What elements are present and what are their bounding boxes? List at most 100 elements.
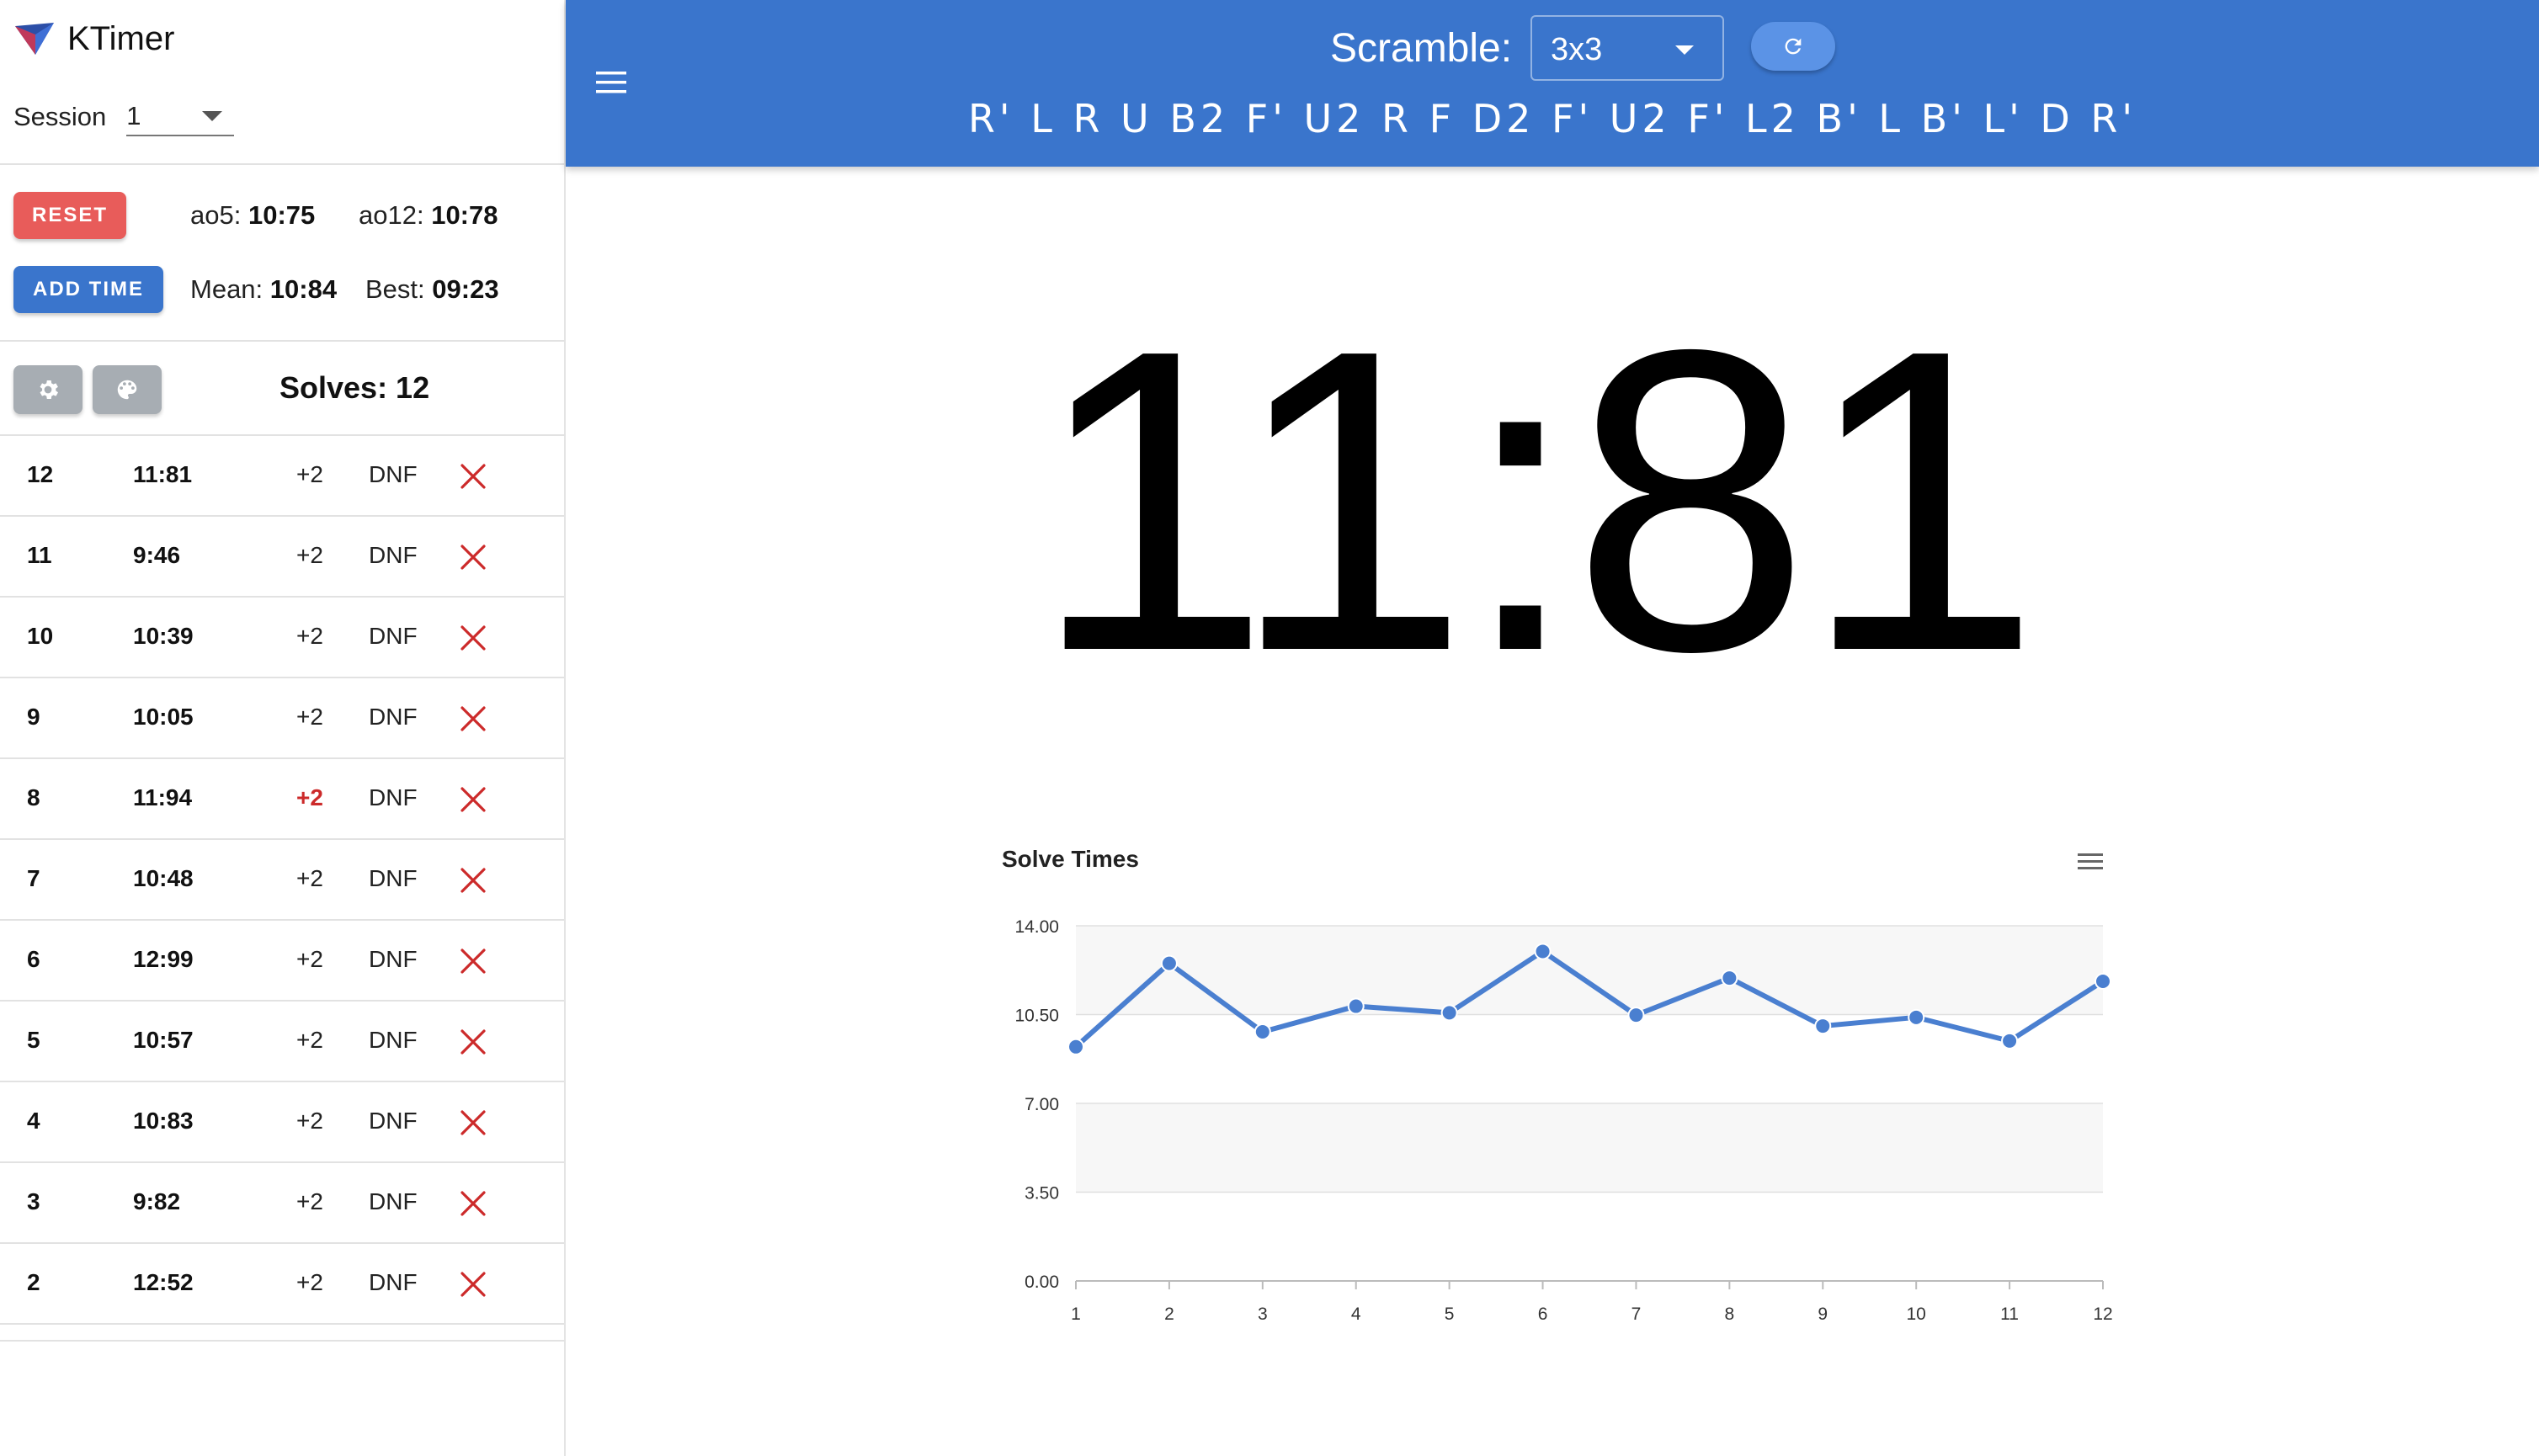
solve-time[interactable]: 11:94 xyxy=(133,784,192,811)
x-tick-label: 6 xyxy=(1538,1305,1548,1324)
solve-time[interactable]: 9:82 xyxy=(133,1188,180,1215)
solve-time[interactable]: 10:83 xyxy=(133,1108,194,1135)
delete-icon[interactable] xyxy=(458,784,488,815)
solve-time[interactable]: 9:46 xyxy=(133,542,180,569)
data-point[interactable] xyxy=(1814,1018,1832,1035)
solve-row: 10 10:39 +2 DNF xyxy=(0,598,564,678)
dnf-toggle[interactable]: DNF xyxy=(369,865,418,892)
solve-time[interactable]: 10:39 xyxy=(133,623,194,650)
solve-number: 5 xyxy=(27,1027,40,1053)
settings-button[interactable] xyxy=(13,365,83,414)
dnf-toggle[interactable]: DNF xyxy=(369,542,418,569)
sidebar: KTimer Session 1 RESET ADD TIME ao5: 10:… xyxy=(0,0,566,1456)
scramble-sequence: R' L R U B2 F' U2 R F D2 F' U2 F' L2 B' … xyxy=(967,96,2137,141)
y-tick-label: 3.50 xyxy=(1025,1184,1059,1204)
plus2-toggle[interactable]: +2 xyxy=(296,946,323,973)
solve-row: 4 10:83 +2 DNF xyxy=(0,1082,564,1163)
plus2-toggle[interactable]: +2 xyxy=(296,1027,323,1054)
data-point[interactable] xyxy=(1347,997,1365,1015)
plus2-toggle[interactable]: +2 xyxy=(296,865,323,892)
y-tick-label: 7.00 xyxy=(1025,1095,1059,1114)
dnf-toggle[interactable]: DNF xyxy=(369,1188,418,1215)
theme-button[interactable] xyxy=(93,365,162,414)
x-tick-label: 1 xyxy=(1071,1305,1081,1324)
session-select[interactable]: 1 xyxy=(126,98,235,136)
solve-time[interactable]: 10:57 xyxy=(133,1027,194,1054)
delete-icon[interactable] xyxy=(458,704,488,734)
delete-icon[interactable] xyxy=(458,1108,488,1138)
session-row: Session 1 xyxy=(13,98,235,136)
solve-number: 12 xyxy=(27,461,54,487)
solve-row: 2 12:52 +2 DNF xyxy=(0,1244,564,1325)
plus2-toggle[interactable]: +2 xyxy=(296,542,323,569)
data-point[interactable] xyxy=(2001,1032,2019,1049)
solve-time[interactable]: 10:48 xyxy=(133,865,194,892)
plot-band xyxy=(1076,1103,2103,1193)
chart-menu-icon[interactable] xyxy=(2078,853,2103,856)
solve-number: 7 xyxy=(27,865,40,891)
data-point[interactable] xyxy=(1160,954,1178,972)
plus2-toggle[interactable]: +2 xyxy=(296,704,323,731)
data-point[interactable] xyxy=(1440,1004,1458,1022)
delete-icon[interactable] xyxy=(458,1269,488,1299)
plus2-toggle[interactable]: +2 xyxy=(296,784,323,811)
x-tick-label: 8 xyxy=(1725,1305,1735,1324)
chart-menu-icon[interactable] xyxy=(2078,860,2103,863)
y-tick-label: 14.00 xyxy=(1014,917,1059,937)
delete-icon[interactable] xyxy=(458,461,488,492)
data-point[interactable] xyxy=(1721,970,1738,987)
dnf-toggle[interactable]: DNF xyxy=(369,946,418,973)
delete-icon[interactable] xyxy=(458,1188,488,1219)
dnf-toggle[interactable]: DNF xyxy=(369,784,418,811)
dnf-toggle[interactable]: DNF xyxy=(369,623,418,650)
solves-list: 12 11:81 +2 DNF 11 9:46 +2 DNF 10 10:39 +2 DNF 9 10:0… xyxy=(0,436,564,1325)
ao5-value: 10:75 xyxy=(248,200,316,230)
best-value: 09:23 xyxy=(432,274,499,304)
ao12-label: ao12: xyxy=(359,200,424,230)
delete-icon[interactable] xyxy=(458,946,488,976)
data-point[interactable] xyxy=(1067,1038,1084,1055)
plus2-toggle[interactable]: +2 xyxy=(296,1108,323,1135)
data-point[interactable] xyxy=(1908,1008,1925,1026)
ao5-label: ao5: xyxy=(190,200,242,230)
divider xyxy=(0,163,566,165)
palette-icon xyxy=(117,380,137,400)
x-tick-label: 12 xyxy=(2093,1305,2112,1324)
mean-stat: Mean: 10:84 xyxy=(190,274,337,305)
chart-menu-icon[interactable] xyxy=(2078,867,2103,869)
delete-icon[interactable] xyxy=(458,542,488,572)
data-point[interactable] xyxy=(1254,1023,1271,1040)
plus2-toggle[interactable]: +2 xyxy=(296,1269,323,1296)
solve-time[interactable]: 10:05 xyxy=(133,704,194,731)
solve-time[interactable]: 11:81 xyxy=(133,461,192,488)
data-point[interactable] xyxy=(1534,943,1552,960)
reset-button[interactable]: RESET xyxy=(13,192,126,239)
data-point[interactable] xyxy=(1627,1007,1645,1024)
solve-time[interactable]: 12:99 xyxy=(133,946,194,973)
app-title: KTimer xyxy=(67,19,175,57)
ktimer-logo xyxy=(15,23,54,55)
add-time-button[interactable]: ADD TIME xyxy=(13,266,163,313)
refresh-scramble-button[interactable] xyxy=(1751,22,1835,71)
app-bar: Scramble: 3x3 R' L R U B2 F' U2 R F D2 F… xyxy=(566,0,2539,167)
puzzle-select[interactable]: 3x3 xyxy=(1530,15,1724,81)
dnf-toggle[interactable]: DNF xyxy=(369,1108,418,1135)
gear-icon xyxy=(40,380,58,399)
plus2-toggle[interactable]: +2 xyxy=(296,461,323,488)
solve-time[interactable]: 12:52 xyxy=(133,1269,194,1296)
solve-number: 8 xyxy=(27,784,40,810)
plus2-toggle[interactable]: +2 xyxy=(296,623,323,650)
dnf-toggle[interactable]: DNF xyxy=(369,1027,418,1054)
delete-icon[interactable] xyxy=(458,865,488,895)
plus2-toggle[interactable]: +2 xyxy=(296,1188,323,1215)
dnf-toggle[interactable]: DNF xyxy=(369,704,418,731)
solve-number: 3 xyxy=(27,1188,40,1214)
hamburger-menu-icon[interactable] xyxy=(594,67,628,98)
delete-icon[interactable] xyxy=(458,1027,488,1057)
timer-display[interactable]: 11:81 xyxy=(1010,286,2054,715)
dnf-toggle[interactable]: DNF xyxy=(369,461,418,488)
data-point[interactable] xyxy=(2095,973,2111,991)
delete-icon[interactable] xyxy=(458,623,488,653)
dnf-toggle[interactable]: DNF xyxy=(369,1269,418,1296)
x-tick-label: 2 xyxy=(1164,1305,1174,1324)
